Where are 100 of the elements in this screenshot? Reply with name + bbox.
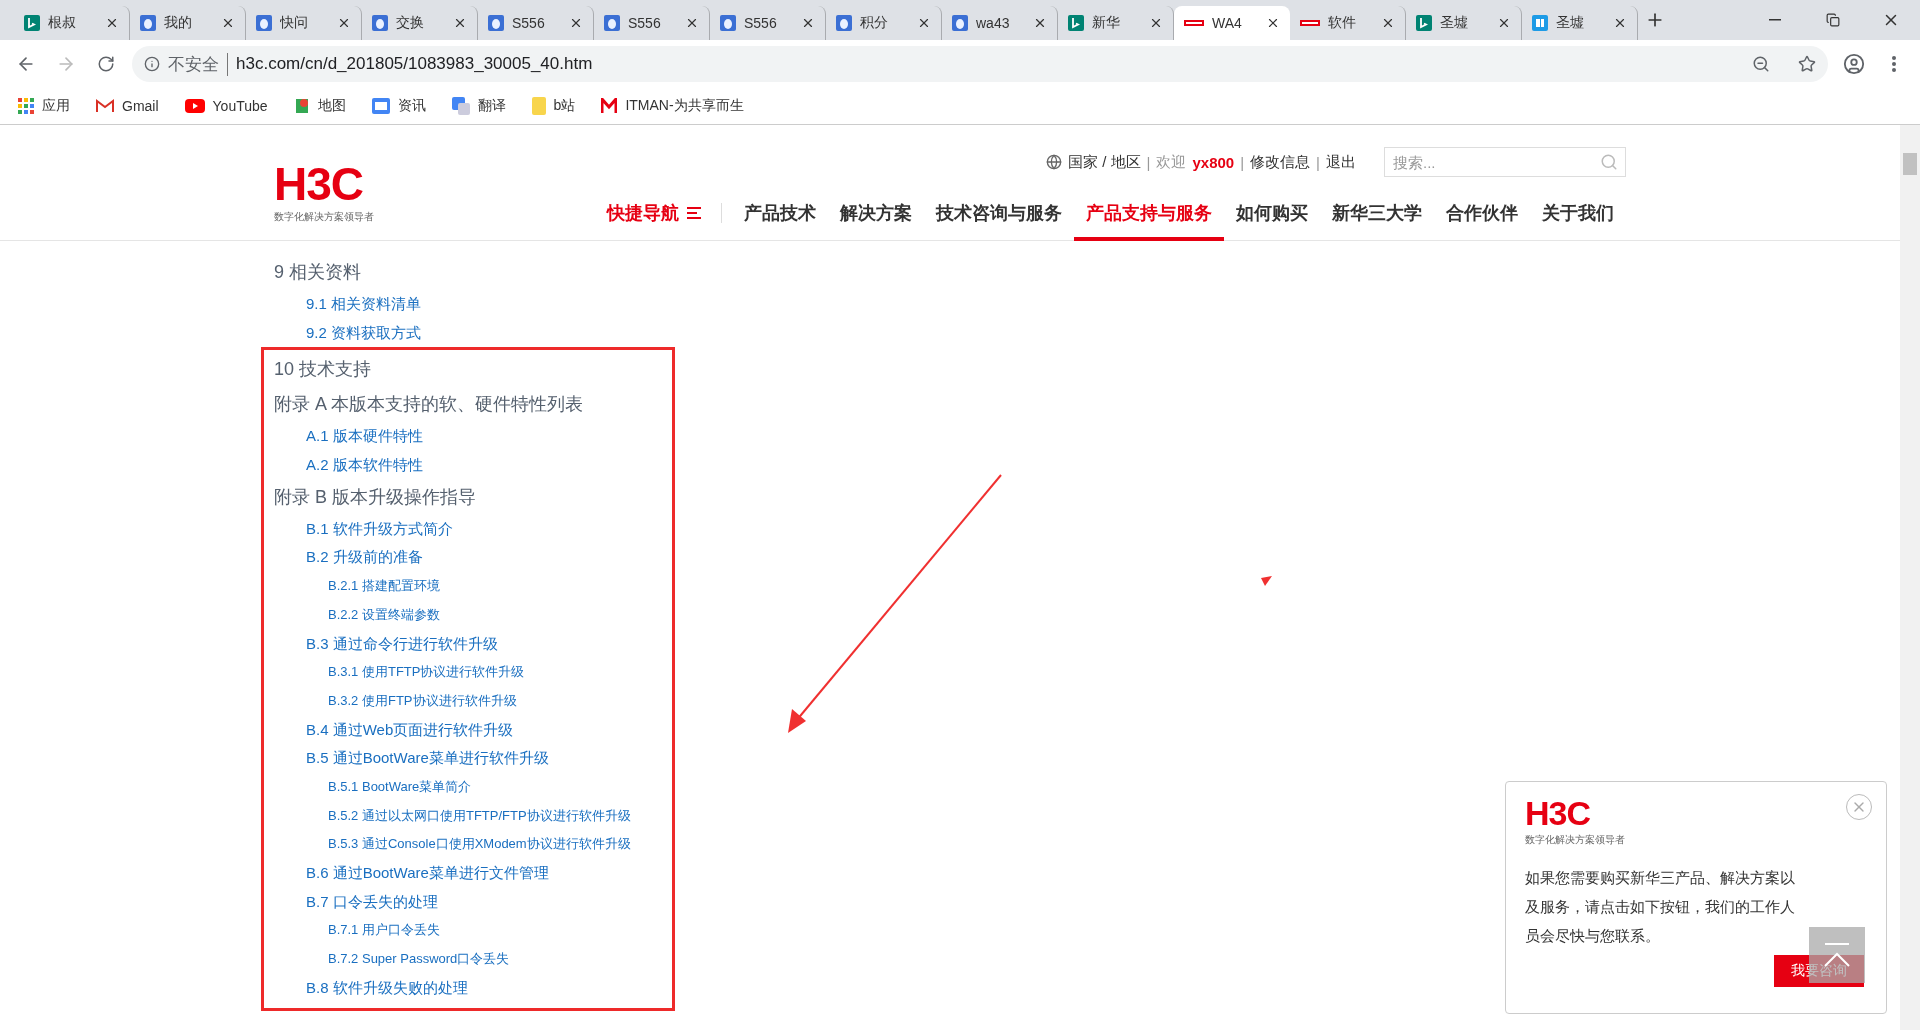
close-icon[interactable]: [337, 16, 351, 30]
close-icon[interactable]: [1497, 16, 1511, 30]
nav-link[interactable]: 产品技术: [732, 189, 828, 241]
close-icon[interactable]: [453, 16, 467, 30]
header-link[interactable]: 修改信息: [1250, 152, 1311, 172]
toc-link[interactable]: B.4 通过Web页面进行软件升级: [274, 715, 672, 745]
bookmark-link[interactable]: YouTube: [184, 98, 268, 114]
close-icon[interactable]: [1266, 16, 1280, 30]
quick-nav-link[interactable]: 快捷导航: [595, 203, 722, 223]
logo-text[interactable]: H3C: [274, 161, 364, 207]
bookmark-link[interactable]: 地图: [293, 97, 346, 115]
close-icon[interactable]: [685, 16, 699, 30]
mail-envelope-icon: [96, 99, 114, 113]
toc-link[interactable]: 附录 B 版本升级操作指导: [274, 479, 672, 515]
tab-title: wa43: [976, 15, 1011, 31]
tab-title: 圣墟: [1556, 14, 1585, 32]
scrollbar-thumb[interactable]: [1903, 153, 1917, 175]
close-icon[interactable]: [569, 16, 583, 30]
toc-link[interactable]: B.7.2 Super Password口令丢失: [274, 945, 672, 974]
tab-title: S556: [512, 15, 546, 31]
browser-tab[interactable]: 圣墟: [1406, 6, 1522, 40]
browser-tab[interactable]: wa43: [942, 6, 1058, 40]
toc-link[interactable]: 10 技术支持: [274, 352, 672, 388]
bookmark-link[interactable]: 翻译: [451, 97, 506, 115]
bookmark-link[interactable]: 应用: [18, 97, 70, 115]
address-bar[interactable]: 不安全 h3c.com/cn/d_201805/1083983_30005_40.htm: [132, 46, 1828, 82]
header-link[interactable]: 退出: [1326, 152, 1356, 172]
browser-tab[interactable]: 圣墟: [1522, 6, 1638, 40]
toc-link[interactable]: B.5.2 通过以太网口使用TFTP/FTP协议进行软件升级: [274, 801, 672, 831]
menu-lines-icon: [687, 207, 701, 219]
toc-link[interactable]: B.1 软件升级方式简介: [274, 514, 672, 544]
toc-link[interactable]: B.7 口令丢失的处理: [274, 887, 672, 917]
browser-tab[interactable]: S556: [594, 6, 710, 40]
close-icon[interactable]: [1033, 16, 1047, 30]
toc-link[interactable]: B.5 通过BootWare菜单进行软件升级: [274, 744, 672, 773]
browser-tab[interactable]: S556: [478, 6, 594, 40]
tab-title: 软件: [1328, 14, 1357, 32]
nav-link[interactable]: 关于我们: [1530, 189, 1626, 241]
browser-tab[interactable]: 快问: [246, 6, 362, 40]
toc-link[interactable]: B.5.3 通过Console口使用XModem协议进行软件升级: [274, 830, 672, 859]
toc-link[interactable]: A.1 版本硬件特性: [274, 422, 672, 452]
tab-title: 交换: [396, 14, 425, 32]
security-label: 不安全: [168, 52, 228, 76]
tab-title: S556: [744, 15, 778, 31]
browser-tab[interactable]: 根叔: [14, 6, 130, 40]
scrollbar[interactable]: [1900, 125, 1920, 1030]
header-link[interactable]: 国家 / 地区: [1068, 152, 1141, 172]
toc-link[interactable]: B.3 通过命令行进行软件升级: [274, 629, 672, 659]
tab-title: WA4: [1212, 15, 1243, 31]
close-icon[interactable]: [1149, 16, 1163, 30]
search-field[interactable]: 搜索...: [1384, 147, 1626, 177]
toc-link[interactable]: B.2.1 搭建配置环境: [274, 572, 672, 601]
bookmark-link[interactable]: 资讯: [371, 97, 426, 115]
nav-link[interactable]: 合作伙伴: [1434, 189, 1530, 241]
bing-favicon-icon: [1416, 15, 1432, 31]
username-link[interactable]: yx800: [1192, 153, 1235, 171]
toc-link[interactable]: B.2 升级前的准备: [274, 543, 672, 573]
close-icon[interactable]: [801, 16, 815, 30]
close-icon[interactable]: [1613, 16, 1627, 30]
browser-tab[interactable]: S556: [710, 6, 826, 40]
menu-dots-icon: [1892, 56, 1896, 72]
drop-favicon-icon: [604, 15, 620, 31]
close-icon[interactable]: [1381, 16, 1395, 30]
drop-favicon-icon: [372, 15, 388, 31]
toc-link[interactable]: B.5.1 BootWare菜单简介: [274, 772, 672, 802]
drop-favicon-icon: [256, 15, 272, 31]
bookmark-star-icon[interactable]: [1798, 55, 1816, 73]
bookmark-link[interactable]: Gmail: [96, 98, 159, 114]
toc-link[interactable]: B.2.2 设置终端参数: [274, 600, 672, 630]
zoom-out-icon[interactable]: [1752, 55, 1770, 73]
toc-link[interactable]: B.8 软件升级失败的处理: [274, 973, 672, 1003]
browser-tab[interactable]: 我的: [130, 6, 246, 40]
toc-link[interactable]: 9.1 相关资料清单: [274, 290, 1900, 319]
close-icon[interactable]: [105, 16, 119, 30]
nav-link[interactable]: 产品支持与服务: [1074, 189, 1224, 241]
toc-link[interactable]: B.6 通过BootWare菜单进行文件管理: [274, 859, 672, 888]
toc-link[interactable]: 9.2 资料获取方式: [274, 318, 1900, 348]
browser-tab[interactable]: WA4: [1174, 6, 1290, 40]
toc-link[interactable]: B.7.1 用户口令丢失: [274, 916, 672, 946]
close-icon[interactable]: [917, 16, 931, 30]
tab-title: S556: [628, 15, 662, 31]
bookmark-link[interactable]: b站: [531, 97, 576, 115]
letter-m-icon: [601, 98, 618, 114]
nav-link[interactable]: 如何购买: [1224, 189, 1320, 241]
browser-tab[interactable]: 积分: [826, 6, 942, 40]
browser-tab[interactable]: 新华: [1058, 6, 1174, 40]
play-button-icon: [184, 99, 205, 113]
bookmark-link[interactable]: ITMAN-为共享而生: [601, 97, 744, 115]
toc-link[interactable]: 附录 A 本版本支持的软、硬件特性列表: [274, 387, 672, 423]
nav-link[interactable]: 解决方案: [828, 189, 924, 241]
toc-link[interactable]: B.3.1 使用TFTP协议进行软件升级: [274, 658, 672, 687]
nav-link[interactable]: 技术咨询与服务: [924, 189, 1074, 241]
browser-tab[interactable]: 软件: [1290, 6, 1406, 40]
toc-link[interactable]: 9 相关资料: [274, 255, 1900, 290]
toc-link[interactable]: A.2 版本软件特性: [274, 451, 672, 480]
map-pin-icon: [293, 97, 310, 115]
browser-tab[interactable]: 交换: [362, 6, 478, 40]
nav-link[interactable]: 新华三大学: [1320, 189, 1434, 241]
toc-link[interactable]: B.3.2 使用FTP协议进行软件升级: [274, 686, 672, 716]
close-icon[interactable]: [221, 16, 235, 30]
